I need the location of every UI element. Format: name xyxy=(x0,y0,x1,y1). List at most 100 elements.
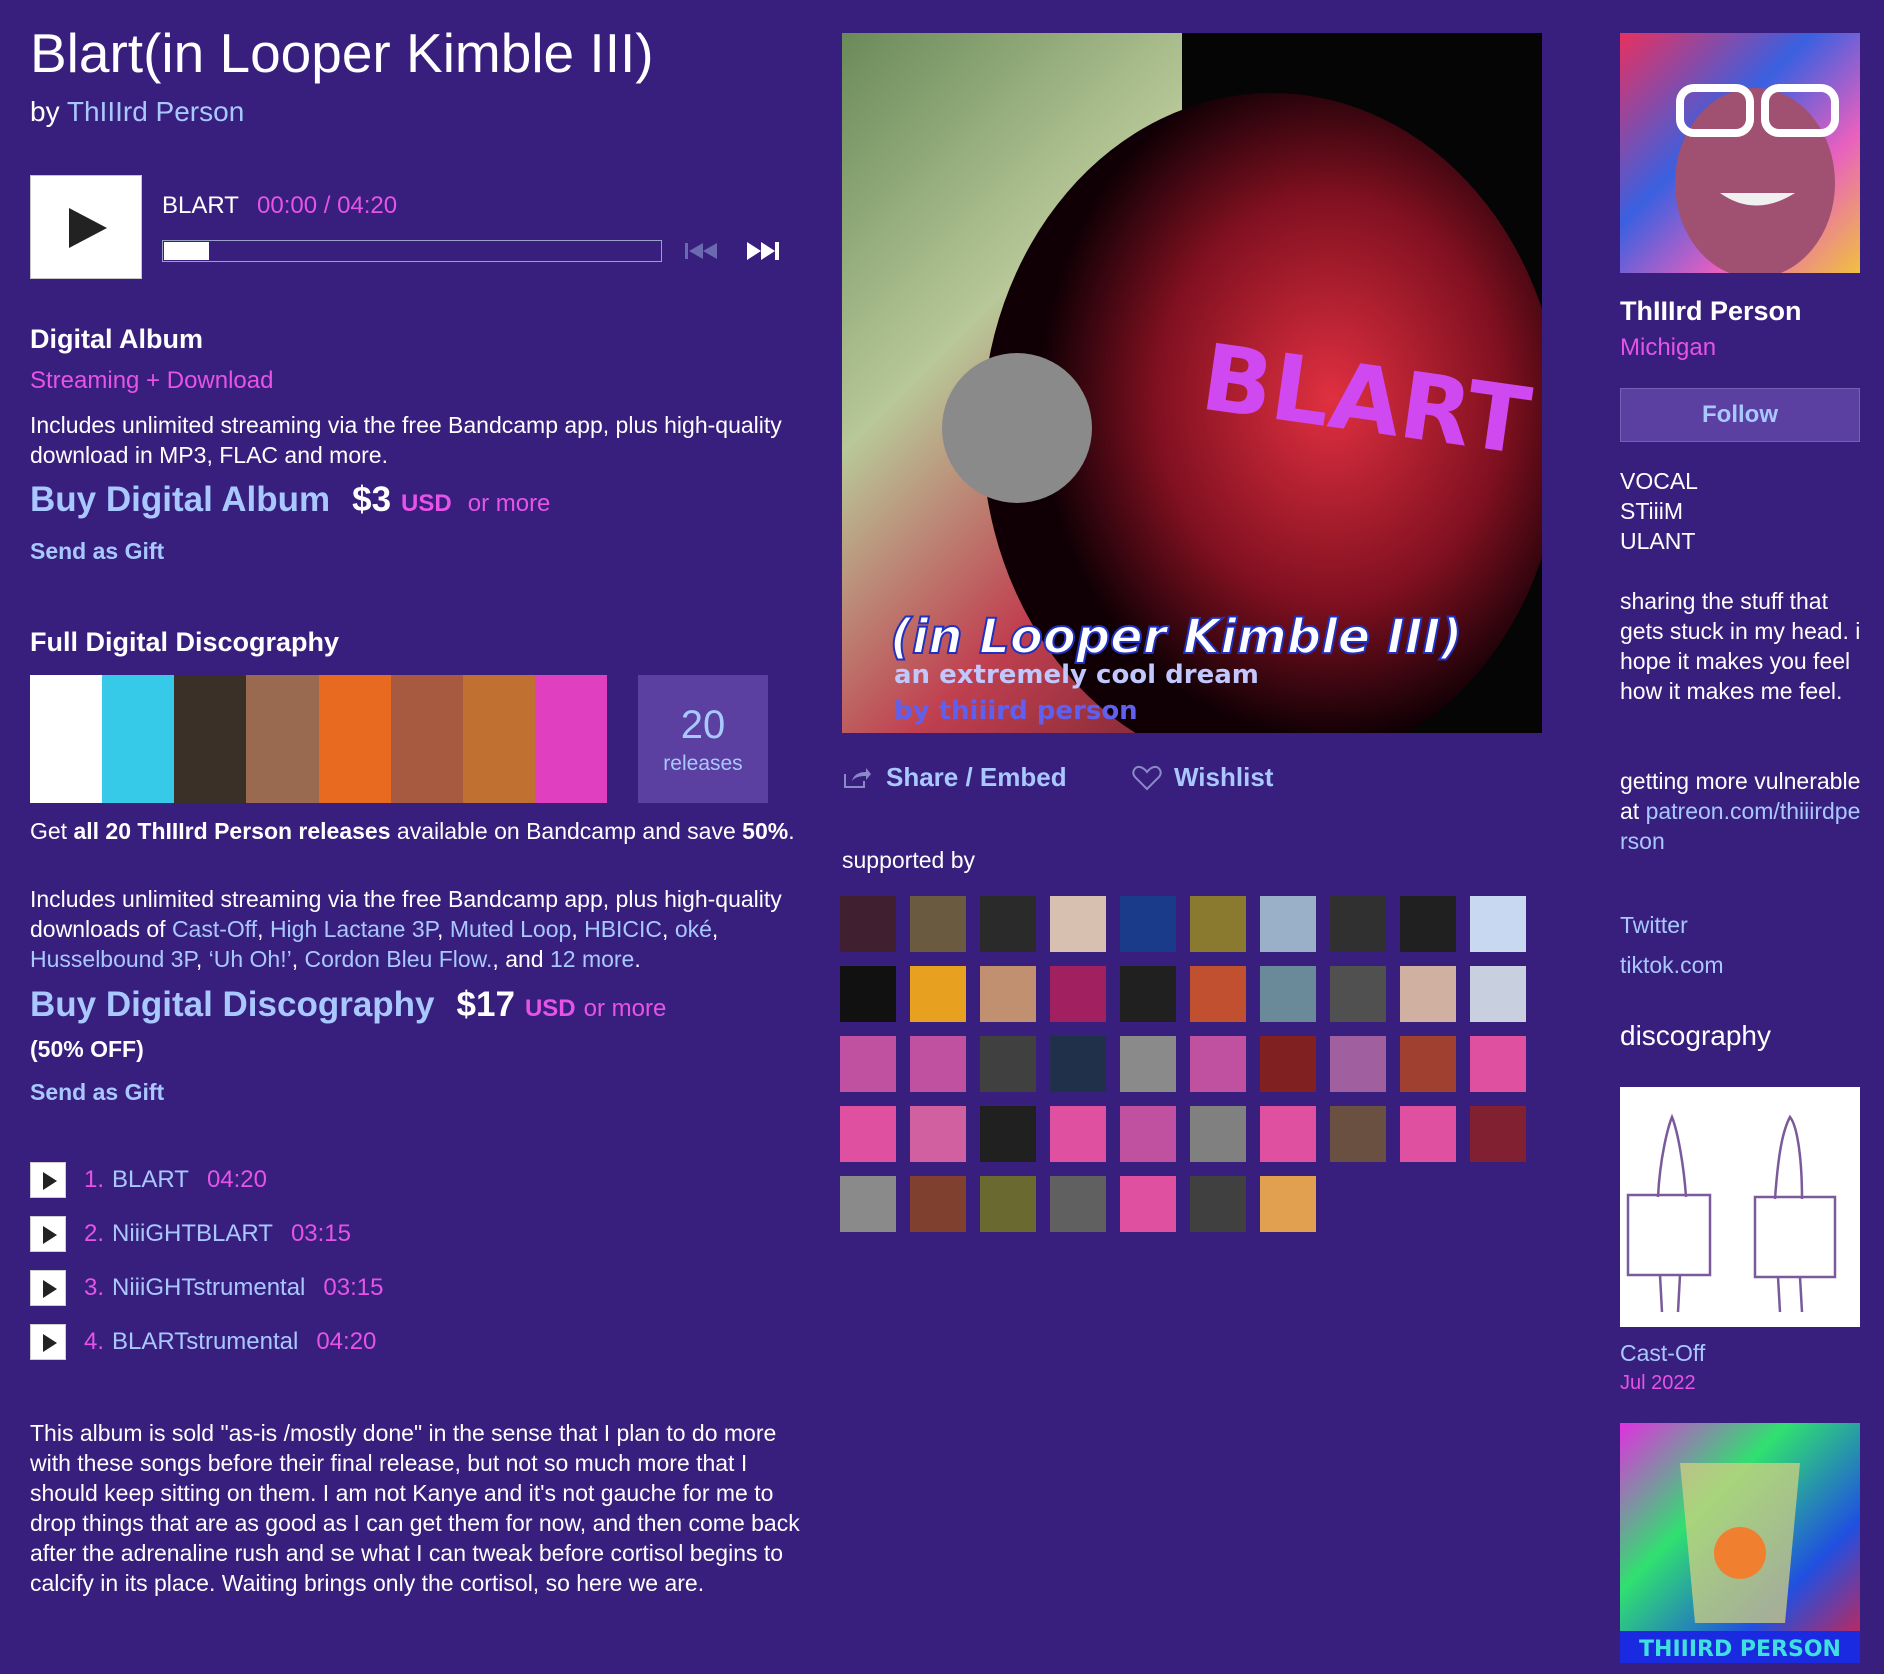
supporter-avatar[interactable] xyxy=(1400,1106,1456,1162)
track-play-button[interactable] xyxy=(30,1216,66,1252)
progress-bar[interactable] xyxy=(162,240,662,262)
supporter-avatar[interactable] xyxy=(1190,1036,1246,1092)
supporter-avatar[interactable] xyxy=(1050,896,1106,952)
follow-button[interactable]: Follow xyxy=(1620,388,1860,442)
track-play-button[interactable] xyxy=(30,1270,66,1306)
supporter-avatar[interactable] xyxy=(910,1106,966,1162)
supporter-avatar[interactable] xyxy=(980,896,1036,952)
share-embed-button[interactable]: Share / Embed xyxy=(842,762,1067,793)
release-link[interactable]: Cast-Off xyxy=(172,916,257,942)
artist-name[interactable]: ThIIIrd Person xyxy=(1620,296,1802,327)
artist-photo[interactable] xyxy=(1620,33,1860,273)
supporter-avatar[interactable] xyxy=(1050,1106,1106,1162)
buy-digital-album-link[interactable]: Buy Digital Album xyxy=(30,480,330,520)
discography-strip-cover[interactable] xyxy=(390,675,463,803)
supporter-avatar[interactable] xyxy=(1050,1036,1106,1092)
discography-cover-strip[interactable] xyxy=(30,675,607,803)
buy-album-row: Buy Digital Album $3 USD or more xyxy=(30,480,550,520)
supporter-avatar[interactable] xyxy=(1190,1106,1246,1162)
track-play-button[interactable] xyxy=(30,1162,66,1198)
discography-strip-cover[interactable] xyxy=(246,675,319,803)
buy-digital-discography-link[interactable]: Buy Digital Discography xyxy=(30,985,435,1025)
previous-track-button[interactable] xyxy=(683,237,723,265)
supporter-avatar[interactable] xyxy=(1120,966,1176,1022)
supporter-avatar[interactable] xyxy=(1330,896,1386,952)
discography-album-cast-off[interactable] xyxy=(1620,1087,1860,1327)
track-title-link[interactable]: NiiiGHTBLART xyxy=(112,1220,273,1248)
supporter-avatar[interactable] xyxy=(1260,1176,1316,1232)
bio-line: VOCAL xyxy=(1620,468,1698,494)
discography-strip-cover[interactable] xyxy=(102,675,175,803)
supporter-avatar[interactable] xyxy=(1400,896,1456,952)
supporter-avatar[interactable] xyxy=(1330,1106,1386,1162)
supporter-avatar[interactable] xyxy=(840,1106,896,1162)
supporter-avatar[interactable] xyxy=(980,1036,1036,1092)
supporter-avatar[interactable] xyxy=(1050,1176,1106,1232)
supporter-avatar[interactable] xyxy=(1190,1176,1246,1232)
send-discography-as-gift-link[interactable]: Send as Gift xyxy=(30,1079,164,1106)
supporter-avatar[interactable] xyxy=(1260,966,1316,1022)
send-album-as-gift-link[interactable]: Send as Gift xyxy=(30,538,164,565)
supporter-avatar[interactable] xyxy=(1050,966,1106,1022)
supporter-avatar[interactable] xyxy=(910,1036,966,1092)
supporter-avatar[interactable] xyxy=(1120,1036,1176,1092)
track-title-link[interactable]: NiiiGHTstrumental xyxy=(112,1274,305,1302)
releases-count-box[interactable]: 20 releases xyxy=(638,675,768,803)
supporter-avatar[interactable] xyxy=(1120,896,1176,952)
track-title-link[interactable]: BLART xyxy=(112,1166,189,1194)
release-link[interactable]: High Lactane 3P xyxy=(270,916,437,942)
next-track-button[interactable] xyxy=(743,237,783,265)
release-link[interactable]: Muted Loop xyxy=(450,916,571,942)
supporter-avatar[interactable] xyxy=(1400,1036,1456,1092)
supporter-avatar[interactable] xyxy=(1190,966,1246,1022)
supporter-avatar[interactable] xyxy=(1470,1036,1526,1092)
release-link[interactable]: Cordon Bleu Flow. xyxy=(304,946,492,972)
discography-strip-cover[interactable] xyxy=(462,675,535,803)
supporter-avatar[interactable] xyxy=(1260,1036,1316,1092)
supporter-avatar[interactable] xyxy=(1400,966,1456,1022)
supporter-avatar[interactable] xyxy=(980,1106,1036,1162)
album-cover-art[interactable]: BLART (in Looper Kimble III) an extremel… xyxy=(842,33,1542,733)
track-title-link[interactable]: BLARTstrumental xyxy=(112,1328,298,1356)
discography-strip-cover[interactable] xyxy=(534,675,607,803)
patreon-link[interactable]: patreon.com/thiiirdperson xyxy=(1620,798,1860,854)
discography-strip-cover[interactable] xyxy=(318,675,391,803)
release-link[interactable]: oké xyxy=(675,916,712,942)
supporter-avatar[interactable] xyxy=(840,896,896,952)
supporter-avatar[interactable] xyxy=(1260,1106,1316,1162)
supporter-avatar[interactable] xyxy=(910,1176,966,1232)
supporter-avatar[interactable] xyxy=(1190,896,1246,952)
supporter-avatar[interactable] xyxy=(1260,896,1316,952)
release-separator: , xyxy=(291,946,305,972)
discography-strip-cover[interactable] xyxy=(174,675,247,803)
supporter-avatar[interactable] xyxy=(910,966,966,1022)
supporter-avatar[interactable] xyxy=(1120,1176,1176,1232)
release-link[interactable]: Husselbound 3P xyxy=(30,946,196,972)
supporter-avatar[interactable] xyxy=(840,1036,896,1092)
heart-icon xyxy=(1132,765,1162,790)
supporter-avatar[interactable] xyxy=(1470,1106,1526,1162)
wishlist-button[interactable]: Wishlist xyxy=(1132,762,1273,793)
more-releases-link[interactable]: 12 more xyxy=(550,946,634,972)
supporter-avatar[interactable] xyxy=(1330,1036,1386,1092)
supporter-avatar[interactable] xyxy=(840,1176,896,1232)
track-row: 2. NiiiGHTBLART 03:15 xyxy=(30,1215,351,1253)
artist-link[interactable]: ThIIIrd Person xyxy=(67,96,244,127)
play-button[interactable] xyxy=(30,175,142,279)
tiktok-link[interactable]: tiktok.com xyxy=(1620,952,1724,979)
supporter-avatar[interactable] xyxy=(1470,896,1526,952)
supporter-avatar[interactable] xyxy=(1330,966,1386,1022)
discography-strip-cover[interactable] xyxy=(30,675,103,803)
supporter-avatar[interactable] xyxy=(1470,966,1526,1022)
release-link[interactable]: HBICIC xyxy=(584,916,662,942)
supporter-avatar[interactable] xyxy=(910,896,966,952)
supporter-avatar[interactable] xyxy=(1120,1106,1176,1162)
twitter-link[interactable]: Twitter xyxy=(1620,912,1688,939)
discography-album-title[interactable]: Cast-Off xyxy=(1620,1340,1705,1367)
supporter-avatar[interactable] xyxy=(980,1176,1036,1232)
discography-album-high-lactane[interactable]: THIIIRD PERSON xyxy=(1620,1423,1860,1663)
track-play-button[interactable] xyxy=(30,1324,66,1360)
supporter-avatar[interactable] xyxy=(980,966,1036,1022)
supporter-avatar[interactable] xyxy=(840,966,896,1022)
release-link[interactable]: ‘Uh Oh!’ xyxy=(209,946,292,972)
